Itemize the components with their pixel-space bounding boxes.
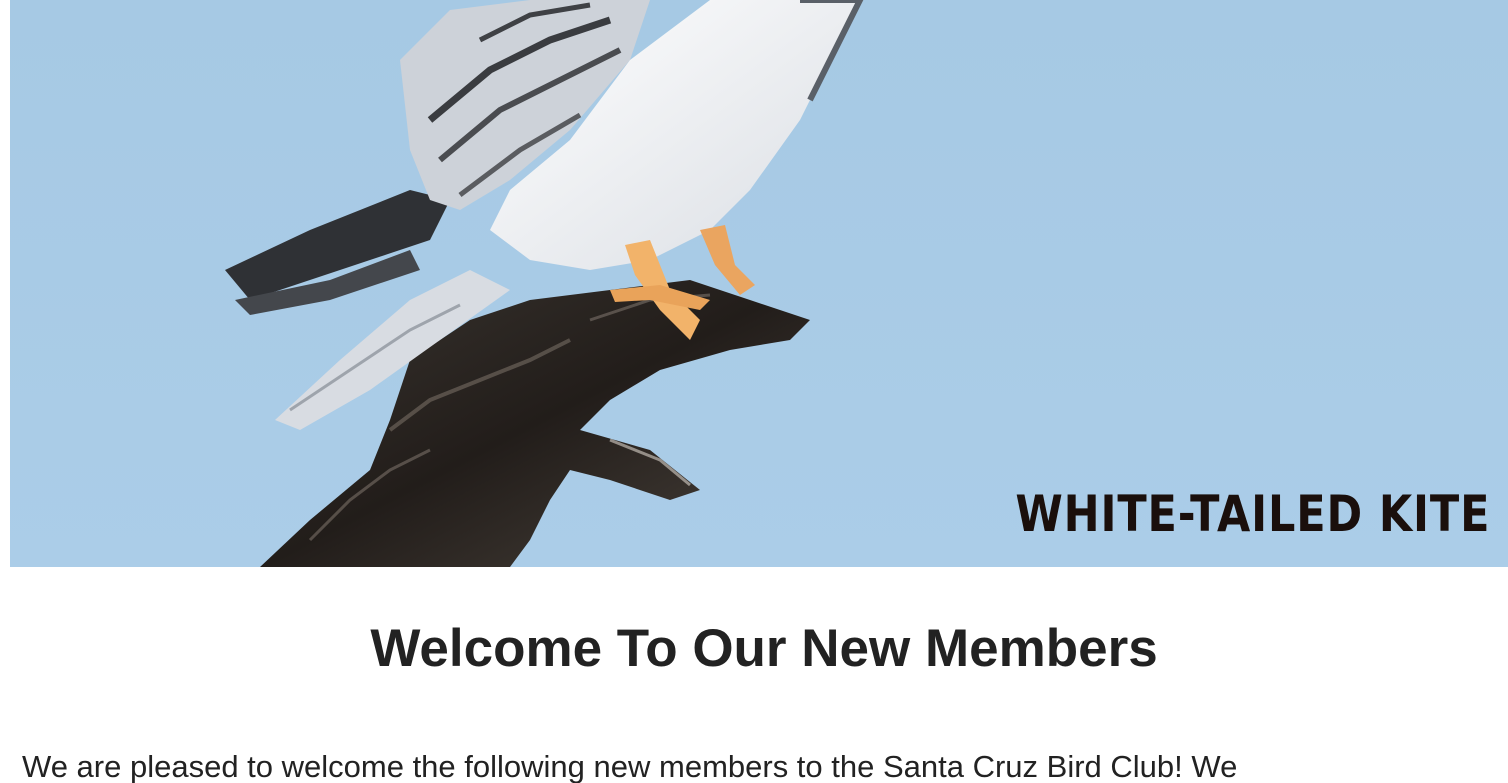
white-tailed-kite-photo [10, 0, 1508, 567]
hero-image: WHITE-TAILED KITE [10, 0, 1508, 567]
hero-caption: WHITE-TAILED KITE [1014, 485, 1490, 543]
intro-paragraph: We are pleased to welcome the following … [22, 749, 1238, 783]
page: WHITE-TAILED KITE Welcome To Our New Mem… [0, 0, 1508, 783]
page-title: Welcome To Our New Members [370, 619, 1158, 678]
